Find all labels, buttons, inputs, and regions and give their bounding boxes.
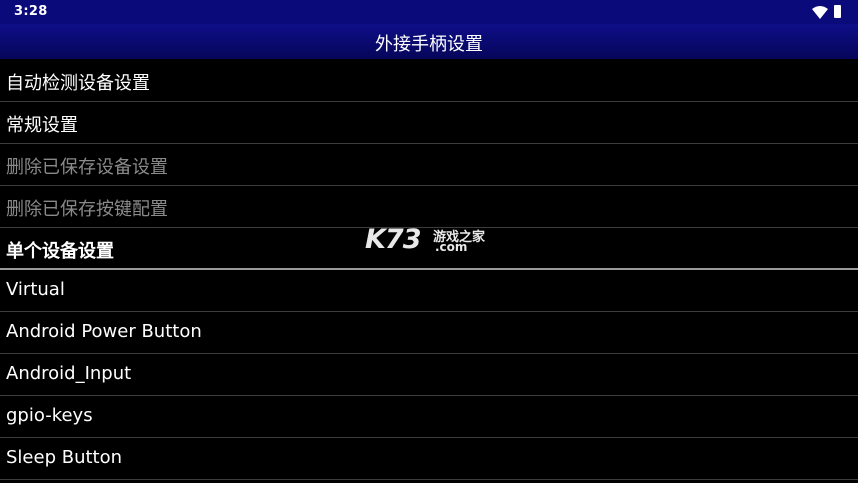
device-item-label: Android Power Button — [6, 321, 202, 342]
device-item-sleep-button[interactable]: Sleep Button — [0, 438, 858, 480]
device-item-android-input[interactable]: Android_Input — [0, 354, 858, 396]
device-item-gpio-keys[interactable]: gpio-keys — [0, 396, 858, 438]
device-item-android-power-button[interactable]: Android Power Button — [0, 312, 858, 354]
menu-item-auto-detect[interactable]: 自动检测设备设置 — [0, 60, 858, 102]
wifi-icon — [812, 6, 828, 19]
device-item-label: Sleep Button — [6, 447, 123, 468]
menu-item-label: 删除已保存设备设置 — [6, 157, 168, 178]
menu-item-general-settings[interactable]: 常规设置 — [0, 102, 858, 144]
section-header-single-device: 单个设备设置 — [0, 228, 858, 270]
status-time: 3:28 — [14, 4, 48, 19]
menu-item-label: 删除已保存按键配置 — [6, 199, 168, 220]
page-title: 外接手柄设置 — [375, 34, 483, 55]
section-header-label: 单个设备设置 — [6, 241, 114, 262]
status-bar: 3:28 — [0, 0, 858, 24]
menu-item-label: 常规设置 — [6, 115, 78, 136]
battery-icon — [834, 5, 841, 18]
menu-item-label: 自动检测设备设置 — [6, 73, 150, 94]
menu-item-delete-device-settings: 删除已保存设备设置 — [0, 144, 858, 186]
menu-item-delete-key-config: 删除已保存按键配置 — [0, 186, 858, 228]
device-item-label: Virtual — [6, 279, 65, 300]
title-bar: 外接手柄设置 — [0, 24, 858, 59]
device-item-label: Android_Input — [6, 363, 132, 384]
device-item-label: gpio-keys — [6, 405, 93, 426]
settings-menu-list: 自动检测设备设置 常规设置 删除已保存设备设置 删除已保存按键配置 单个设备设置… — [0, 60, 858, 480]
device-item-virtual[interactable]: Virtual — [0, 270, 858, 312]
